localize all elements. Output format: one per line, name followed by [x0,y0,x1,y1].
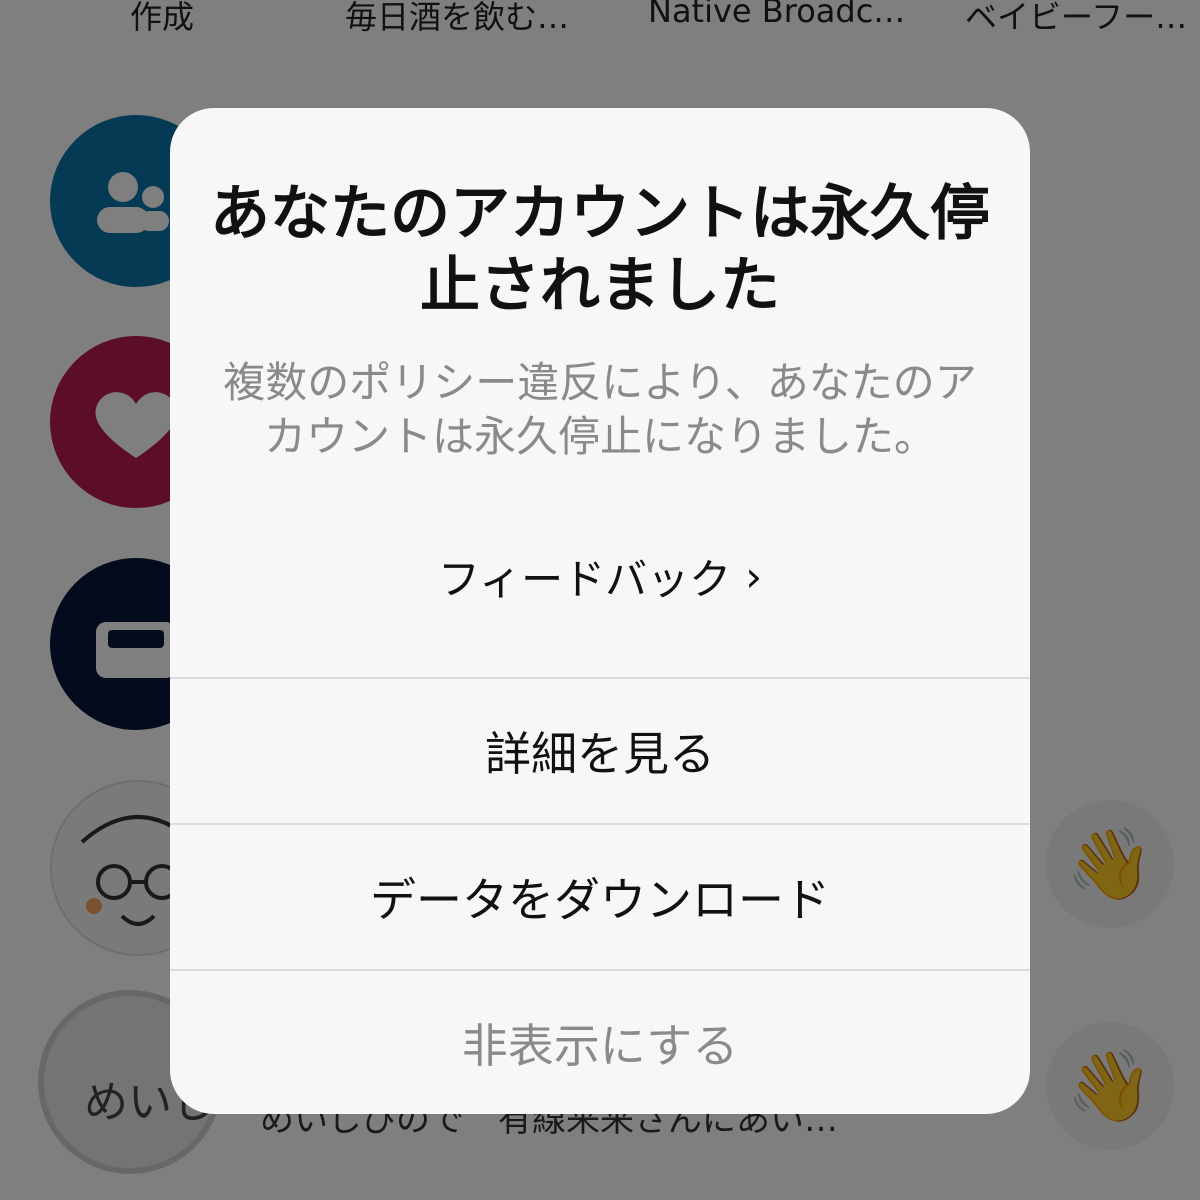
hide-button[interactable]: 非表示にする [170,971,1030,1114]
chevron-right-icon: › [745,551,762,601]
download-data-button[interactable]: データをダウンロード [170,825,1030,969]
dialog-title: あなたのアカウントは永久停止されました [210,179,990,321]
feedback-label: フィードバック [438,554,732,604]
suspension-dialog: あなたのアカウントは永久停止されました 複数のポリシー違反により、あなたのアカウ… [170,108,1030,1114]
hide-label: 非表示にする [461,1019,739,1073]
see-details-label: 詳細を見る [485,727,715,781]
dialog-message: 複数のポリシー違反により、あなたのアカウントは永久停止になりました。 [223,358,977,461]
feedback-link[interactable]: フィードバック › [170,546,1030,606]
download-data-label: データをダウンロード [370,873,830,927]
see-details-button[interactable]: 詳細を見る [170,679,1030,823]
